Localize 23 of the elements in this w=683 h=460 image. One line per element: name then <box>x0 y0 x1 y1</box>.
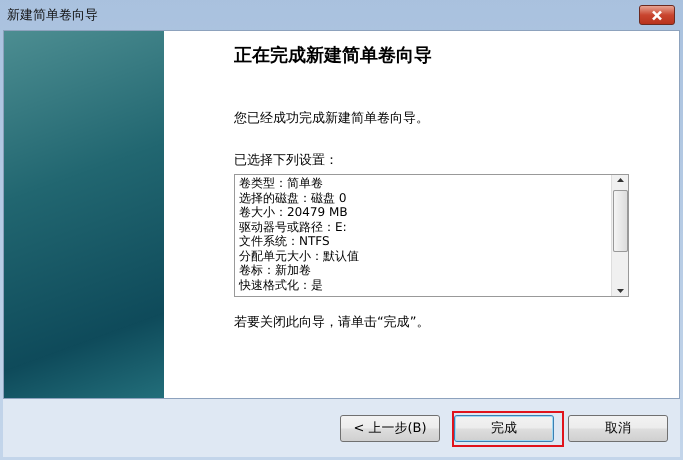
wizard-button[interactable]: 取消 <box>568 414 668 442</box>
settings-line: 快速格式化：是 <box>239 278 324 292</box>
close-icon <box>651 10 663 20</box>
scroll-up-icon[interactable] <box>616 178 624 182</box>
settings-line: 卷类型：简单卷 <box>239 176 324 190</box>
settings-label: 已选择下列设置： <box>234 152 339 169</box>
close-button[interactable] <box>639 5 675 25</box>
wizard-button[interactable]: 完成 <box>454 414 554 442</box>
scroll-thumb[interactable] <box>612 190 628 252</box>
completion-message: 您已经成功完成新建简单卷向导。 <box>234 110 430 127</box>
settings-list[interactable]: 卷类型：简单卷 选择的磁盘：磁盘 0 卷大小：20479 MB 驱动器号或路径：E: 文件系统：NTFS 分配单元大小：默认值 卷标：新加卷 快速格式化：是 <box>234 174 629 297</box>
settings-line: 驱动器号或路径：E: <box>239 220 348 234</box>
settings-line: 卷大小：20479 MB <box>239 205 349 220</box>
window-title: 新建简单卷向导 <box>7 7 98 24</box>
scrollbar[interactable] <box>611 175 628 296</box>
close-hint: 若要关闭此向导，请单击“完成”。 <box>234 314 430 331</box>
settings-line: 选择的磁盘：磁盘 0 <box>239 190 348 205</box>
settings-line: 分配单元大小：默认值 <box>239 248 360 263</box>
settings-line: 卷标：新加卷 <box>239 263 312 278</box>
wizard-button[interactable]: < 上一步(B) <box>340 414 440 442</box>
settings-line: 文件系统：NTFS <box>239 234 331 248</box>
wizard-heading: 正在完成新建简单卷向导 <box>234 44 433 67</box>
scroll-down-icon[interactable] <box>616 289 624 293</box>
